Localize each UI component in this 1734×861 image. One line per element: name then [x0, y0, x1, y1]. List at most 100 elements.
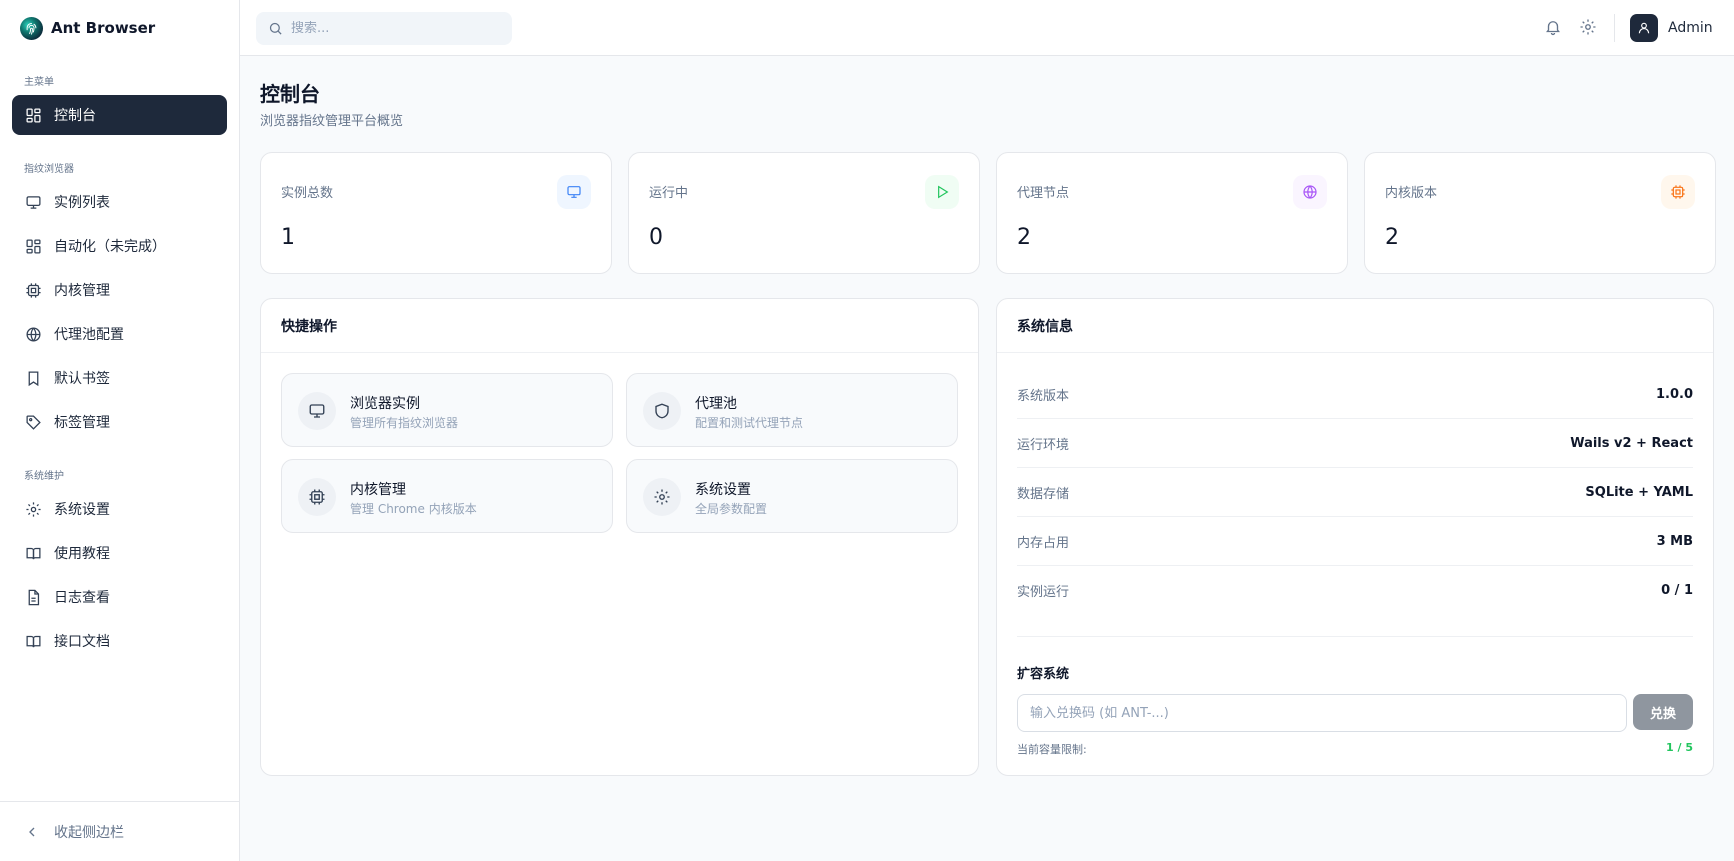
globe-icon: [1293, 175, 1327, 209]
info-label: 数据存储: [1017, 486, 1070, 502]
topbar-divider: [1614, 14, 1615, 42]
quick-action-browser-instances[interactable]: 浏览器实例 管理所有指纹浏览器: [281, 373, 613, 447]
info-label: 内存占用: [1017, 535, 1070, 551]
monitor-icon: [557, 175, 591, 209]
stat-value: 2: [1385, 225, 1399, 250]
stat-card-proxy-nodes: 代理节点 2: [996, 152, 1348, 274]
redeem-code-input[interactable]: [1017, 694, 1627, 732]
info-row-memory: 内存占用 3 MB: [1017, 517, 1693, 566]
sidebar-item-label: 默认书签: [54, 371, 110, 387]
sidebar-item-settings[interactable]: 系统设置: [12, 489, 227, 529]
sidebar-item-tutorial[interactable]: 使用教程: [12, 533, 227, 573]
quick-action-desc: 管理所有指纹浏览器: [350, 416, 459, 430]
stat-value: 1: [281, 225, 295, 250]
stat-value: 2: [1017, 225, 1031, 250]
info-label: 实例运行: [1017, 585, 1070, 600]
stat-label: 实例总数: [281, 186, 334, 201]
gear-icon: [1580, 19, 1596, 35]
sidebar-item-label: 系统设置: [54, 502, 110, 518]
sidebar-item-kernel[interactable]: 内核管理: [12, 270, 227, 310]
grid-icon: [26, 238, 41, 254]
page-subtitle: 浏览器指纹管理平台概览: [260, 114, 404, 129]
sidebar-item-label: 标签管理: [54, 415, 110, 431]
info-value: 1.0.0: [1655, 386, 1693, 402]
info-value: 3 MB: [1656, 533, 1693, 549]
capacity-label: 当前容量限制:: [1017, 743, 1087, 756]
app-name: Ant Browser: [51, 19, 156, 37]
sidebar-item-instances[interactable]: 实例列表: [12, 182, 227, 222]
globe-icon: [26, 326, 41, 342]
sidebar-item-proxy-pool[interactable]: 代理池配置: [12, 314, 227, 354]
stat-card-kernel-versions: 内核版本 2: [1364, 152, 1716, 274]
sidebar-item-bookmarks[interactable]: 默认书签: [12, 358, 227, 398]
sidebar-item-label: 自动化（未完成）: [54, 239, 166, 255]
info-row-storage: 数据存储 SQLite + YAML: [1017, 468, 1693, 517]
sidebar-item-label: 代理池配置: [54, 327, 124, 343]
sidebar-item-automation[interactable]: 自动化（未完成）: [12, 226, 227, 266]
bookmark-icon: [28, 370, 39, 386]
sidebar-item-label: 使用教程: [54, 546, 110, 562]
tag-icon: [26, 414, 41, 430]
stat-card-running: 运行中 0: [628, 152, 980, 274]
info-value: SQLite + YAML: [1585, 484, 1693, 500]
topbar: Admin: [240, 0, 1734, 56]
quick-action-settings[interactable]: 系统设置 全局参数配置: [626, 459, 958, 533]
bell-icon: [1546, 21, 1560, 36]
expand-title: 扩容系统: [1017, 667, 1070, 682]
info-row-instances-running: 实例运行 0 / 1: [1017, 566, 1693, 615]
cpu-icon: [298, 478, 336, 516]
system-info-panel: 系统信息 系统版本 1.0.0 运行环境 Wails v2 + React 数据…: [996, 298, 1714, 776]
sidebar-item-label: 接口文档: [54, 634, 110, 650]
book-icon: [26, 635, 41, 647]
nav-section-system: 系统维护: [24, 471, 64, 482]
stat-label: 内核版本: [1385, 186, 1438, 201]
user-menu[interactable]: Admin: [1630, 14, 1713, 42]
nav-section-fingerprint: 指纹浏览器: [24, 164, 74, 175]
sidebar-item-label: 日志查看: [54, 590, 110, 606]
sidebar-item-api-docs[interactable]: 接口文档: [12, 621, 227, 661]
quick-action-desc: 配置和测试代理节点: [695, 416, 804, 430]
stat-label: 代理节点: [1017, 186, 1070, 201]
system-info-title: 系统信息: [997, 299, 1713, 353]
brand[interactable]: Ant Browser: [20, 16, 155, 40]
info-value: 0 / 1: [1661, 583, 1693, 598]
capacity-value: 1 / 5: [1666, 741, 1693, 754]
info-label: 系统版本: [1017, 388, 1070, 404]
quick-action-title: 代理池: [695, 396, 737, 412]
quick-action-desc: 全局参数配置: [695, 502, 768, 516]
sidebar-item-tags[interactable]: 标签管理: [12, 402, 227, 442]
divider: [1017, 636, 1693, 637]
gear-icon: [26, 501, 41, 517]
sidebar-item-logs[interactable]: 日志查看: [12, 577, 227, 617]
notifications-button[interactable]: [1544, 18, 1562, 36]
user-name: Admin: [1668, 20, 1713, 36]
quick-actions-title: 快捷操作: [261, 299, 978, 353]
sidebar-item-label: 内核管理: [54, 283, 110, 299]
stat-value: 0: [649, 225, 663, 250]
cpu-icon: [26, 282, 41, 298]
quick-action-kernel[interactable]: 内核管理 管理 Chrome 内核版本: [281, 459, 613, 533]
stat-label: 运行中: [649, 186, 689, 201]
info-label: 运行环境: [1017, 437, 1070, 453]
quick-action-title: 内核管理: [350, 482, 406, 498]
page-title: 控制台: [260, 82, 320, 106]
collapse-sidebar-button[interactable]: 收起侧边栏: [24, 822, 124, 842]
cpu-icon: [1661, 175, 1695, 209]
quick-action-proxy-pool[interactable]: 代理池 配置和测试代理节点: [626, 373, 958, 447]
sidebar-item-label: 控制台: [54, 108, 96, 124]
redeem-button[interactable]: 兑换: [1633, 694, 1693, 730]
sidebar-item-dashboard[interactable]: 控制台: [12, 95, 227, 135]
search-box[interactable]: [256, 12, 512, 45]
settings-button[interactable]: [1579, 18, 1597, 36]
stat-card-instances: 实例总数 1: [260, 152, 612, 274]
info-row-runtime: 运行环境 Wails v2 + React: [1017, 419, 1693, 468]
nav-section-main: 主菜单: [24, 77, 54, 88]
user-icon: [1638, 22, 1650, 34]
sidebar-item-label: 实例列表: [54, 195, 110, 211]
monitor-icon: [298, 392, 336, 430]
dashboard-icon: [26, 107, 41, 123]
shield-icon: [643, 392, 681, 430]
quick-actions-panel: 快捷操作 浏览器实例 管理所有指纹浏览器 代理池 配置和测试代理节点 内核管理 …: [260, 298, 979, 776]
monitor-icon: [26, 195, 41, 209]
search-input[interactable]: [291, 21, 491, 36]
